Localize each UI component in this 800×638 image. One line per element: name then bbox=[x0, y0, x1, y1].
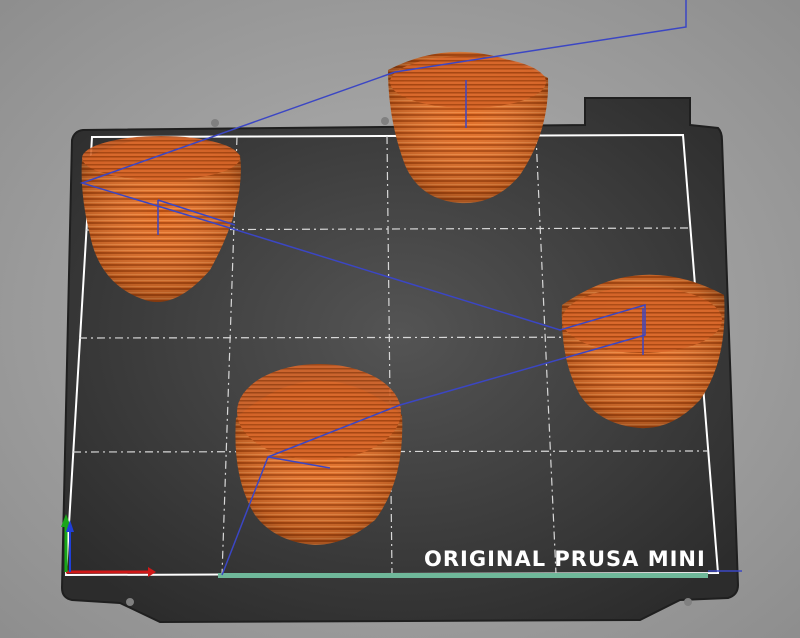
vase-rim bbox=[237, 364, 401, 460]
vase-rim bbox=[82, 136, 240, 180]
3d-viewport[interactable]: ORIGINAL PRUSA MINI bbox=[0, 0, 800, 638]
bed-hole bbox=[211, 119, 219, 127]
wipe-line bbox=[218, 573, 708, 578]
bed-hole bbox=[684, 598, 692, 606]
vase-rim bbox=[562, 287, 722, 353]
bed-label: ORIGINAL PRUSA MINI bbox=[424, 547, 706, 571]
scene-canvas[interactable]: ORIGINAL PRUSA MINI bbox=[0, 0, 800, 638]
bed-hole bbox=[126, 598, 134, 606]
bed-hole bbox=[381, 117, 389, 125]
vase-rim bbox=[390, 56, 546, 108]
